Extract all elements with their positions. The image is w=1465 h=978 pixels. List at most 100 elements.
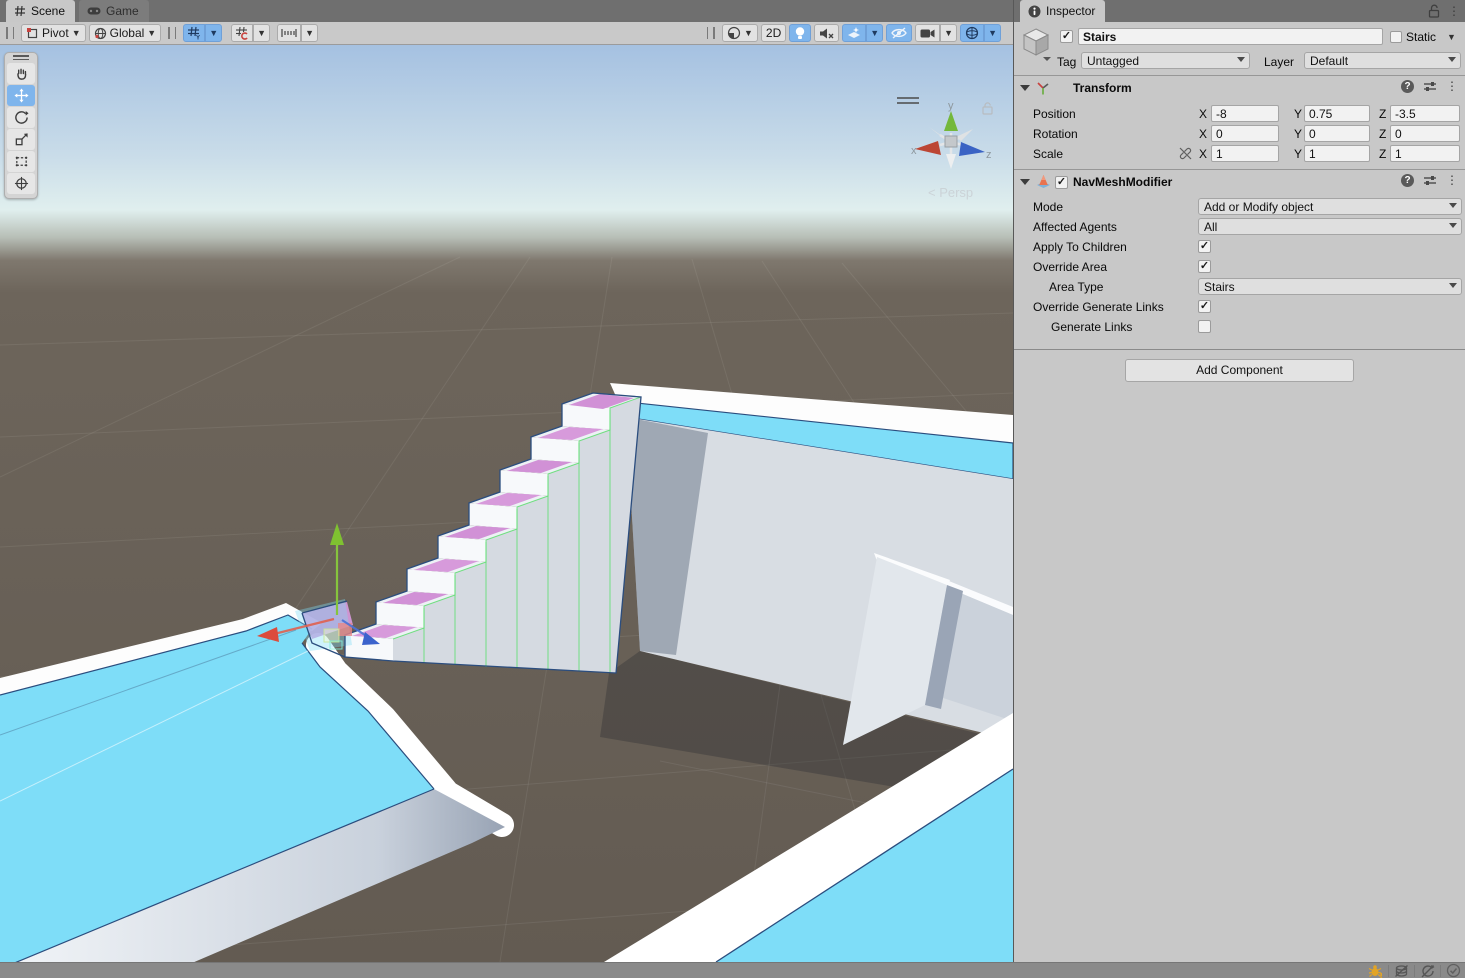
navmeshmodifier-title: NavMeshModifier bbox=[1073, 175, 1172, 189]
rotation-z-field[interactable]: 0 bbox=[1390, 125, 1460, 142]
effects-icon bbox=[847, 26, 861, 40]
tag-dropdown[interactable]: Untagged bbox=[1081, 52, 1250, 69]
ruler-dropdown[interactable]: ▼ bbox=[301, 24, 318, 42]
axis-y-label: y bbox=[948, 100, 954, 112]
kebab-menu-icon[interactable]: ⋮ bbox=[1448, 5, 1460, 18]
rotate-icon bbox=[14, 110, 29, 125]
override-area-checkbox[interactable]: ✓ bbox=[1198, 260, 1211, 273]
toolbar-drag-handle[interactable] bbox=[707, 27, 715, 39]
navmeshmodifier-foldout[interactable] bbox=[1020, 179, 1030, 185]
scale-x-field[interactable]: 1 bbox=[1211, 145, 1279, 162]
kebab-menu-icon[interactable]: ⋮ bbox=[1446, 174, 1458, 187]
transform-foldout[interactable] bbox=[1020, 85, 1030, 91]
tools-drag-handle[interactable] bbox=[5, 53, 37, 62]
snap-increment-button[interactable] bbox=[231, 24, 253, 42]
help-icon[interactable]: ? bbox=[1401, 80, 1414, 93]
scale-y-field[interactable]: 1 bbox=[1304, 145, 1370, 162]
gameobject-name-field[interactable]: Stairs bbox=[1078, 28, 1383, 45]
rect-tool-button[interactable] bbox=[7, 151, 35, 172]
light-icon bbox=[794, 26, 806, 40]
navmeshmodifier-enabled-checkbox[interactable]: ✓ bbox=[1055, 176, 1068, 189]
perspective-label[interactable]: < Persp bbox=[928, 185, 973, 200]
mode-value: Add or Modify object bbox=[1204, 200, 1313, 214]
grid-visibility-button[interactable]: Y bbox=[183, 24, 205, 42]
ruler-button[interactable] bbox=[277, 24, 301, 42]
2d-label: 2D bbox=[766, 26, 781, 40]
static-dropdown-icon[interactable]: ▼ bbox=[1447, 33, 1456, 42]
hand-tool-button[interactable] bbox=[7, 63, 35, 84]
scale-icon bbox=[14, 132, 29, 147]
override-generate-links-checkbox[interactable]: ✓ bbox=[1198, 300, 1211, 313]
2d-toggle-button[interactable]: 2D bbox=[761, 24, 786, 42]
override-area-label: Override Area bbox=[1033, 260, 1107, 274]
chevron-down-icon: ▼ bbox=[988, 29, 997, 38]
x-axis-label: X bbox=[1199, 127, 1207, 141]
y-axis-label: Y bbox=[1294, 147, 1302, 161]
collab-refresh-icon[interactable] bbox=[1420, 964, 1435, 978]
rotation-y-field[interactable]: 0 bbox=[1304, 125, 1370, 142]
tab-game[interactable]: Game bbox=[79, 0, 149, 22]
position-z-field[interactable]: -3.5 bbox=[1390, 105, 1460, 122]
affected-agents-dropdown[interactable]: All bbox=[1198, 218, 1462, 235]
inspector-tabstrip: Inspector ⋮ bbox=[1014, 0, 1465, 22]
inspector-panel: Inspector ⋮ ✓ Stairs Static ▼ Tag Untagg… bbox=[1013, 0, 1465, 962]
apply-to-children-checkbox[interactable]: ✓ bbox=[1198, 240, 1211, 253]
transform-component: Transform ? ⋮ Position X -8 Y 0.75 Z -3.… bbox=[1014, 76, 1465, 168]
gizmos-dropdown[interactable]: ▼ bbox=[984, 24, 1001, 42]
area-type-value: Stairs bbox=[1204, 280, 1235, 294]
area-type-dropdown[interactable]: Stairs bbox=[1198, 278, 1462, 295]
tag-value: Untagged bbox=[1087, 54, 1139, 68]
transform-tool-button[interactable] bbox=[7, 173, 35, 194]
gameobject-active-checkbox[interactable]: ✓ bbox=[1060, 30, 1073, 43]
draw-mode-button[interactable]: ▼ bbox=[722, 24, 758, 42]
pivot-toggle-button[interactable]: Pivot ▼ bbox=[21, 24, 86, 42]
position-y-field[interactable]: 0.75 bbox=[1304, 105, 1370, 122]
mode-dropdown[interactable]: Add or Modify object bbox=[1198, 198, 1462, 215]
camera-settings-button[interactable] bbox=[915, 24, 940, 42]
layer-dropdown[interactable]: Default bbox=[1304, 52, 1461, 69]
effects-dropdown[interactable]: ▼ bbox=[866, 24, 883, 42]
audio-mute-icon bbox=[819, 27, 834, 40]
snap-increment-dropdown[interactable]: ▼ bbox=[253, 24, 270, 42]
transform-component-icon bbox=[1035, 80, 1051, 96]
scene-audio-button[interactable] bbox=[814, 24, 839, 42]
add-component-button[interactable]: Add Component bbox=[1125, 359, 1354, 382]
scene-viewport[interactable]: y x z < Persp bbox=[0, 45, 1013, 962]
camera-icon bbox=[920, 28, 935, 39]
move-tool-button[interactable] bbox=[7, 85, 35, 106]
constrain-proportions-icon[interactable] bbox=[1178, 146, 1193, 161]
global-label: Global bbox=[110, 26, 145, 40]
gizmos-icon bbox=[965, 26, 979, 40]
static-checkbox[interactable] bbox=[1390, 31, 1402, 43]
gizmo-plane-handle[interactable] bbox=[324, 629, 339, 642]
presets-icon[interactable] bbox=[1423, 174, 1437, 187]
rotate-tool-button[interactable] bbox=[7, 107, 35, 128]
gameobject-cube-icon[interactable] bbox=[1021, 27, 1051, 61]
camera-settings-dropdown[interactable]: ▼ bbox=[940, 24, 957, 42]
y-axis-label: Y bbox=[1294, 107, 1302, 121]
tab-inspector[interactable]: Inspector bbox=[1020, 0, 1105, 22]
global-toggle-button[interactable]: Global ▼ bbox=[89, 24, 162, 42]
gizmo-center-cube[interactable] bbox=[945, 136, 957, 147]
generate-links-checkbox[interactable] bbox=[1198, 320, 1211, 333]
tab-scene[interactable]: Scene bbox=[6, 0, 75, 22]
effects-button[interactable] bbox=[842, 24, 866, 42]
presets-icon[interactable] bbox=[1423, 80, 1437, 93]
kebab-menu-icon[interactable]: ⋮ bbox=[1446, 80, 1458, 93]
gamepad-icon bbox=[87, 6, 101, 16]
gizmos-button[interactable] bbox=[960, 24, 984, 42]
grid-visibility-dropdown[interactable]: ▼ bbox=[205, 24, 222, 42]
progress-check-icon[interactable] bbox=[1446, 963, 1461, 978]
cache-server-icon[interactable] bbox=[1394, 964, 1409, 978]
debugger-bug-icon[interactable] bbox=[1368, 964, 1383, 978]
toolbar-drag-handle[interactable] bbox=[168, 27, 176, 39]
scene-lighting-button[interactable] bbox=[789, 24, 811, 42]
rotation-x-field[interactable]: 0 bbox=[1211, 125, 1279, 142]
hidden-objects-button[interactable] bbox=[886, 24, 912, 42]
unlock-icon[interactable] bbox=[1428, 4, 1440, 18]
toolbar-drag-handle[interactable] bbox=[6, 27, 14, 39]
scale-z-field[interactable]: 1 bbox=[1390, 145, 1460, 162]
scale-tool-button[interactable] bbox=[7, 129, 35, 150]
position-x-field[interactable]: -8 bbox=[1211, 105, 1279, 122]
help-icon[interactable]: ? bbox=[1401, 174, 1414, 187]
